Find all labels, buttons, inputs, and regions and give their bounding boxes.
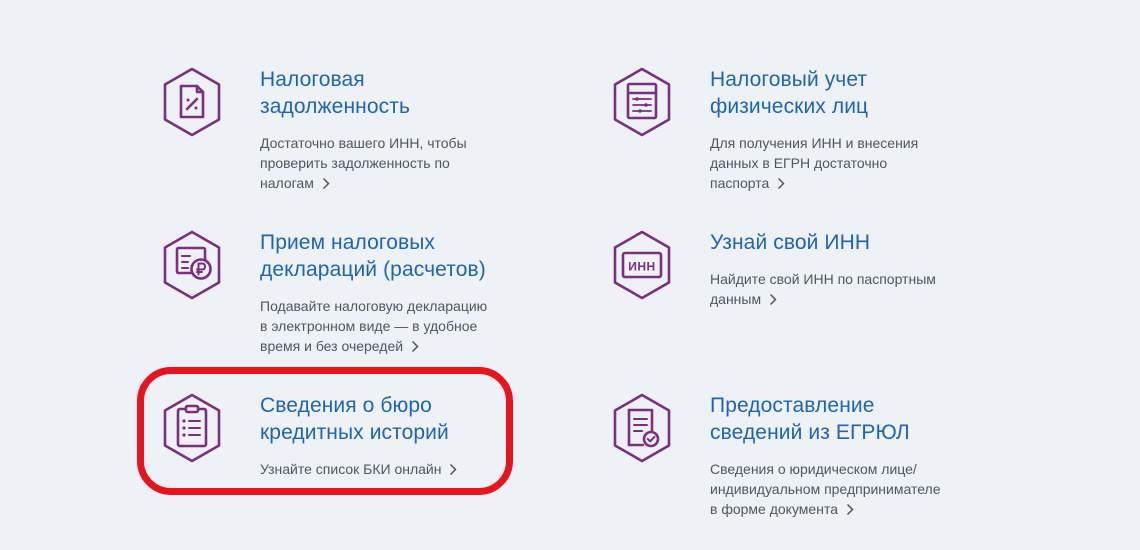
title-line: Сведения о бюро bbox=[260, 394, 432, 417]
desc-line: время и без очередей bbox=[260, 338, 404, 354]
title-line: кредитных историй bbox=[260, 421, 449, 444]
title-line: физических лиц bbox=[710, 95, 869, 118]
tax-document-percent-icon bbox=[160, 66, 224, 138]
desc-line: Для получения ИНН и внесения bbox=[710, 135, 919, 151]
ruble-declaration-icon bbox=[160, 229, 224, 301]
service-title[interactable]: Узнай свой ИНН bbox=[710, 229, 1010, 256]
desc-line: налогам bbox=[260, 175, 314, 191]
title-line: Узнай свой ИНН bbox=[710, 231, 871, 254]
document-check-icon bbox=[610, 392, 674, 464]
desc-line: в форме документа bbox=[710, 501, 838, 517]
abacus-document-icon bbox=[610, 66, 674, 138]
service-title[interactable]: Предоставление сведений из ЕГРЮЛ bbox=[710, 392, 1010, 446]
service-description: Достаточно вашего ИНН, чтобы проверить з… bbox=[260, 133, 560, 195]
chevron-right-icon[interactable] bbox=[449, 461, 458, 481]
desc-line: Подавайте налоговую декларацию bbox=[260, 298, 488, 314]
service-title[interactable]: Сведения о бюро кредитных историй bbox=[260, 392, 560, 446]
desc-line: в электронном виде — в удобное bbox=[260, 318, 478, 334]
service-description: Для получения ИНН и внесения данных в ЕГ… bbox=[710, 133, 1010, 195]
title-line: Предоставление bbox=[710, 394, 875, 417]
service-description: Найдите свой ИНН по паспортным данным bbox=[710, 269, 1010, 311]
desc-line: Узнайте список БКИ онлайн bbox=[260, 461, 442, 477]
inn-card-icon: ИНН bbox=[610, 229, 674, 301]
inn-label: ИНН bbox=[628, 260, 655, 274]
title-line: Налоговая bbox=[260, 68, 365, 91]
desc-line: паспорта bbox=[710, 175, 770, 191]
service-title[interactable]: Налоговая задолженность bbox=[260, 66, 560, 120]
title-line: сведений из ЕГРЮЛ bbox=[710, 421, 910, 444]
desc-line: Найдите свой ИНН по паспортным bbox=[710, 271, 936, 287]
service-description: Сведения о юридическом лице/ индивидуаль… bbox=[710, 459, 1010, 521]
service-description: Подавайте налоговую декларацию в электро… bbox=[260, 296, 560, 358]
chevron-right-icon[interactable] bbox=[411, 338, 419, 358]
title-line: Налоговый учет bbox=[710, 68, 868, 91]
desc-line: данных в ЕГРН достаточно bbox=[710, 155, 888, 171]
chevron-right-icon[interactable] bbox=[769, 291, 777, 311]
title-line: задолженность bbox=[260, 95, 410, 118]
service-title[interactable]: Прием налоговых деклараций (расчетов) bbox=[260, 229, 560, 283]
desc-line: Достаточно вашего ИНН, чтобы bbox=[260, 135, 467, 151]
clipboard-list-icon bbox=[160, 392, 224, 464]
chevron-right-icon[interactable] bbox=[777, 175, 785, 195]
desc-line: индивидуальном предпринимателе bbox=[710, 481, 941, 497]
service-title[interactable]: Налоговый учет физических лиц bbox=[710, 66, 1010, 120]
service-description: Узнайте список БКИ онлайн bbox=[260, 459, 560, 481]
desc-line: проверить задолженность по bbox=[260, 155, 450, 171]
title-line: Прием налоговых bbox=[260, 231, 436, 254]
desc-line: данным bbox=[710, 291, 762, 307]
chevron-right-icon[interactable] bbox=[846, 501, 854, 521]
chevron-right-icon[interactable] bbox=[322, 175, 330, 195]
title-line: деклараций (расчетов) bbox=[260, 258, 486, 281]
desc-line: Сведения о юридическом лице/ bbox=[710, 461, 917, 477]
